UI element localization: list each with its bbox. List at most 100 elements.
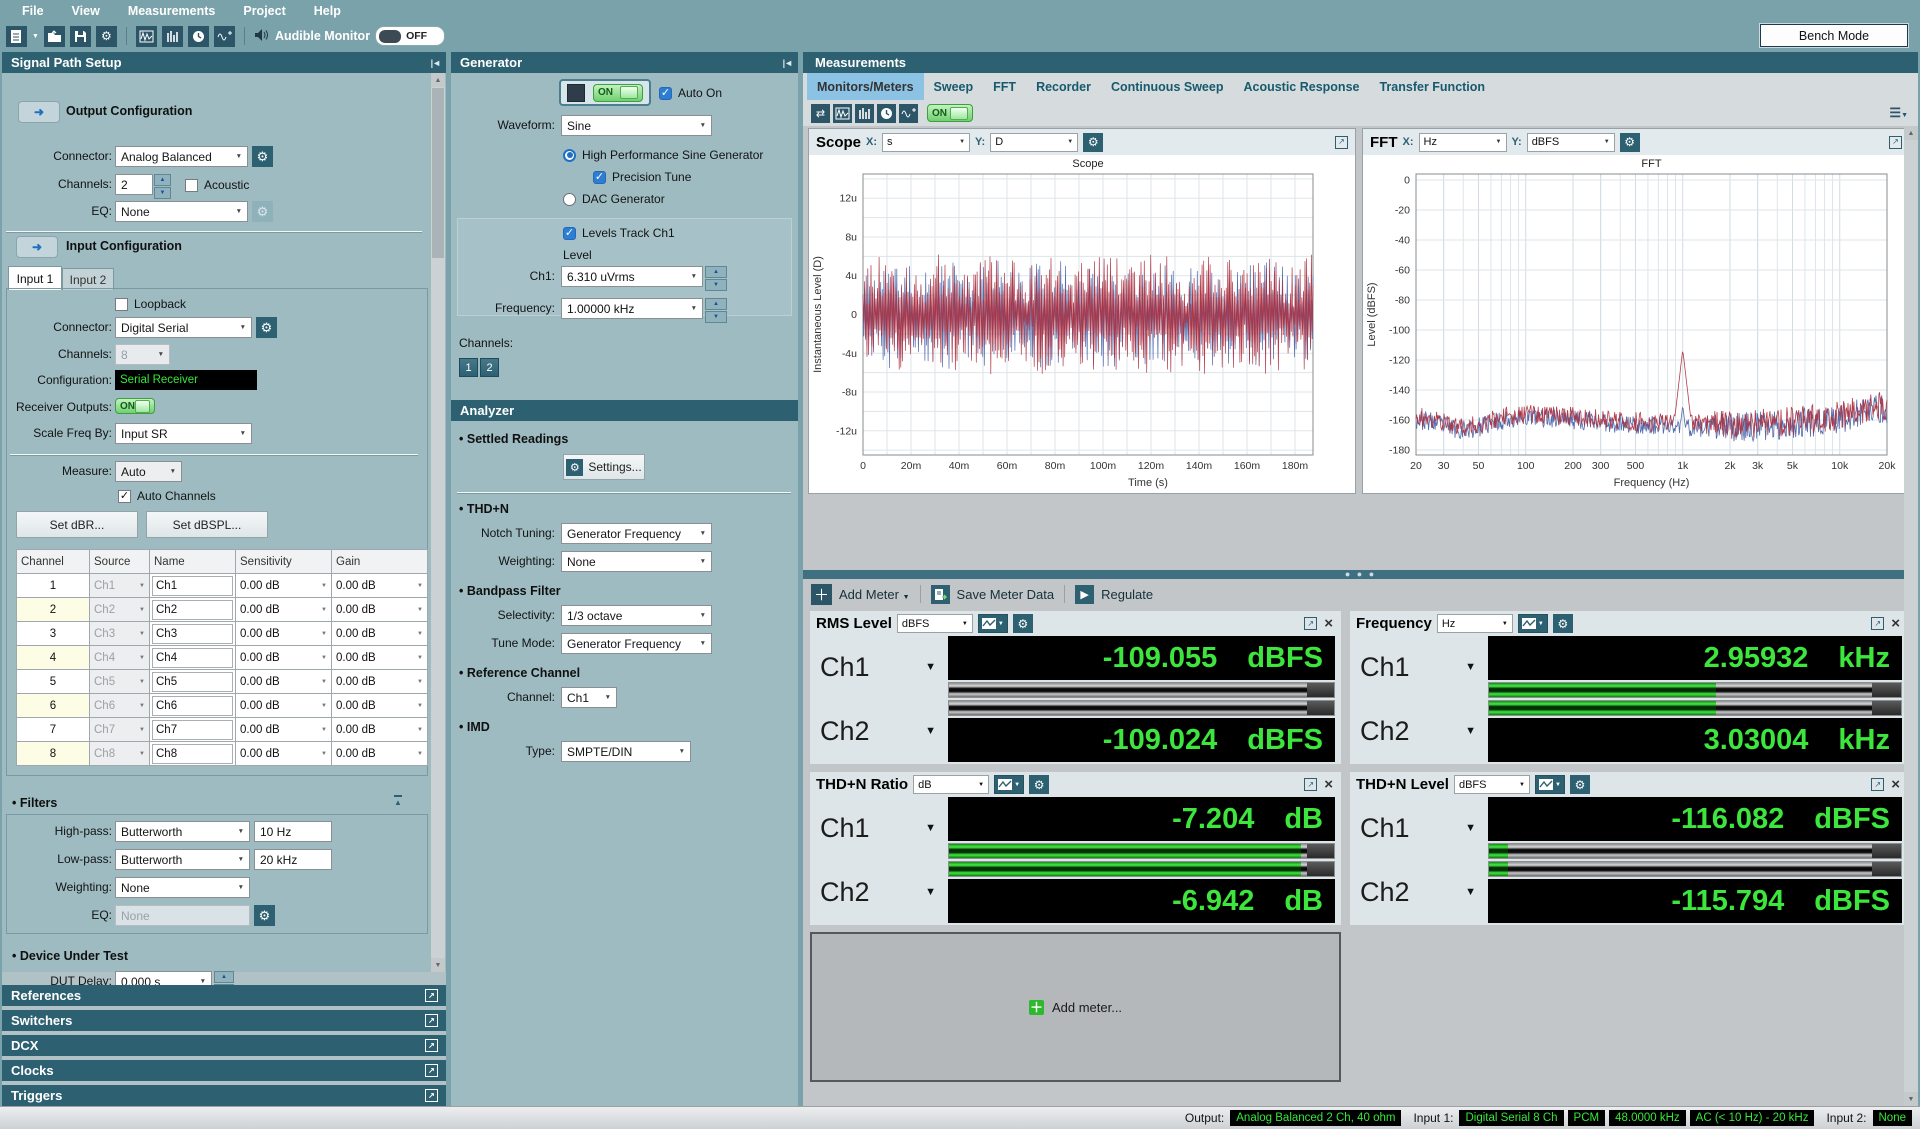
channel-label[interactable]: Ch2▼ (810, 861, 948, 923)
scope-monitor-icon[interactable] (136, 26, 157, 47)
output-channels-input[interactable]: 2 (115, 174, 153, 195)
scope-monitor-icon[interactable] (833, 104, 852, 123)
gain-select[interactable]: 0.00 dB▼ (332, 742, 428, 766)
regulate-icon[interactable]: ▶ (1075, 585, 1094, 604)
pin-icon[interactable]: |◄ (783, 58, 792, 68)
settings-gear-icon[interactable]: ⚙ (96, 26, 117, 47)
tab-input-1[interactable]: Input 1 (8, 266, 62, 290)
auto-on-row[interactable]: ✓Auto On (659, 86, 722, 100)
close-icon[interactable]: × (1324, 777, 1333, 792)
tab-continuous-sweep[interactable]: Continuous Sweep (1101, 73, 1234, 100)
splitter-handle[interactable]: ● ● ● (803, 570, 1918, 579)
gain-select[interactable]: 0.00 dB▼ (332, 670, 428, 694)
gen-channel-2-button[interactable]: 2 (480, 358, 499, 377)
name-input[interactable]: Ch1 (150, 574, 236, 598)
scope-y-unit-select[interactable]: D▼ (990, 133, 1078, 152)
levels-track-checkbox[interactable]: ✓ (563, 227, 576, 240)
new-file-dropdown-icon[interactable]: ▼ (32, 33, 39, 40)
fft-y-unit-select[interactable]: dBFS▼ (1527, 133, 1615, 152)
sensitivity-select[interactable]: 0.00 dB▼ (236, 718, 332, 742)
popout-icon[interactable]: ↗ (1871, 778, 1884, 791)
name-input[interactable]: Ch4 (150, 646, 236, 670)
generator-signal-icon[interactable] (899, 104, 918, 123)
popout-icon[interactable]: ↗ (425, 1089, 438, 1102)
selectivity-select[interactable]: 1/3 octave▼ (561, 605, 712, 626)
menu-help[interactable]: Help (314, 4, 341, 18)
popout-icon[interactable]: ↗ (1304, 778, 1317, 791)
channel-label[interactable]: Ch2▼ (810, 700, 948, 762)
popout-icon[interactable]: ↗ (1335, 136, 1348, 149)
high-pass-freq-input[interactable]: 10 Hz (254, 821, 332, 842)
regulate-button[interactable]: Regulate (1101, 587, 1153, 602)
name-input[interactable]: Ch5 (150, 670, 236, 694)
meter-unit-select[interactable]: dBFS▼ (1454, 775, 1530, 794)
low-pass-select[interactable]: Butterworth▼ (115, 849, 250, 870)
popout-icon[interactable]: ↗ (1871, 617, 1884, 630)
meter-bars-icon[interactable] (162, 26, 183, 47)
meter-unit-select[interactable]: dB▼ (913, 775, 989, 794)
menu-measurements[interactable]: Measurements (128, 4, 216, 18)
meter-bars-icon[interactable] (855, 104, 874, 123)
gain-select[interactable]: 0.00 dB▼ (332, 598, 428, 622)
channel-label[interactable]: Ch1▼ (810, 797, 948, 859)
tab-sweep[interactable]: Sweep (924, 73, 984, 100)
gen-level-stepper[interactable]: ▲▼ (705, 266, 727, 291)
sensitivity-select[interactable]: 0.00 dB▼ (236, 694, 332, 718)
scroll-down-icon[interactable]: ▼ (431, 958, 445, 972)
collapsed-panel-triggers[interactable]: Triggers↗ (2, 1085, 446, 1106)
output-connector-select[interactable]: Analog Balanced▼ (115, 146, 248, 167)
right-scrollbar[interactable]: ▲ ▼ (1904, 126, 1918, 1106)
bench-mode-button[interactable]: Bench Mode (1760, 24, 1908, 47)
audible-monitor-toggle[interactable]: OFF (375, 26, 445, 46)
channel-label[interactable]: Ch1▼ (1350, 636, 1488, 698)
meter-unit-select[interactable]: dBFS▼ (897, 614, 973, 633)
popout-icon[interactable]: ↗ (425, 1014, 438, 1027)
channel-label[interactable]: Ch2▼ (1350, 700, 1488, 762)
gen-frequency-stepper[interactable]: ▲▼ (705, 298, 727, 323)
set-dbspl-button[interactable]: Set dBSPL... (146, 511, 268, 538)
waveform-select[interactable]: Sine▼ (561, 115, 712, 136)
weighting-select[interactable]: None▼ (115, 877, 250, 898)
name-input[interactable]: Ch7 (150, 718, 236, 742)
auto-channels-row[interactable]: ✓Auto Channels (118, 489, 216, 503)
dac-radio[interactable] (563, 193, 576, 206)
set-dbr-button[interactable]: Set dBR... (16, 511, 138, 538)
meter-settings-icon[interactable]: ⚙ (1553, 614, 1573, 633)
menu-view[interactable]: View (72, 4, 100, 18)
generator-on-toggle[interactable]: ON (593, 84, 643, 102)
scroll-up-icon[interactable]: ▲ (1904, 126, 1918, 140)
receiver-outputs-toggle[interactable]: ON (115, 398, 155, 414)
swap-channels-icon[interactable]: ⇄ (811, 104, 830, 123)
sensitivity-select[interactable]: 0.00 dB▼ (236, 646, 332, 670)
gen-frequency-input[interactable]: 1.00000 kHz▼ (561, 298, 703, 319)
low-pass-freq-input[interactable]: 20 kHz (254, 849, 332, 870)
scroll-thumb[interactable] (432, 88, 444, 258)
add-meter-button[interactable]: Add Meter ▼ (839, 587, 910, 602)
sensitivity-select[interactable]: 0.00 dB▼ (236, 742, 332, 766)
hp-sine-radio-row[interactable]: High Performance Sine Generator (563, 148, 763, 162)
meter-style-icon[interactable]: ▼ (1535, 775, 1565, 794)
name-input[interactable]: Ch8 (150, 742, 236, 766)
imd-type-select[interactable]: SMPTE/DIN▼ (561, 741, 691, 762)
collapsed-panel-clocks[interactable]: Clocks↗ (2, 1060, 446, 1081)
loopback-row[interactable]: Loopback (115, 297, 186, 311)
output-channels-stepper[interactable]: ▲▼ (154, 174, 171, 199)
gain-select[interactable]: 0.00 dB▼ (332, 622, 428, 646)
settled-settings-button[interactable]: ⚙Settings... (563, 454, 645, 480)
monitors-on-toggle[interactable]: ON (927, 104, 973, 122)
collapse-section-icon[interactable]: ▲ (394, 795, 402, 807)
gen-channel-1-button[interactable]: 1 (459, 358, 478, 377)
generator-signal-icon[interactable] (214, 26, 235, 47)
collapsed-panel-references[interactable]: References↗ (2, 985, 446, 1006)
acoustic-checkbox[interactable] (185, 179, 198, 192)
collapsed-panel-switchers[interactable]: Switchers↗ (2, 1010, 446, 1031)
save-meter-data-icon[interactable] (931, 585, 950, 604)
generator-stop-button[interactable] (567, 84, 585, 102)
meter-style-icon[interactable]: ▼ (1518, 614, 1548, 633)
precision-tune-checkbox[interactable]: ✓ (593, 171, 606, 184)
popout-icon[interactable]: ↗ (425, 1064, 438, 1077)
name-input[interactable]: Ch2 (150, 598, 236, 622)
gain-select[interactable]: 0.00 dB▼ (332, 574, 428, 598)
fft-x-unit-select[interactable]: Hz▼ (1419, 133, 1507, 152)
levels-track-row[interactable]: ✓Levels Track Ch1 (563, 226, 675, 240)
